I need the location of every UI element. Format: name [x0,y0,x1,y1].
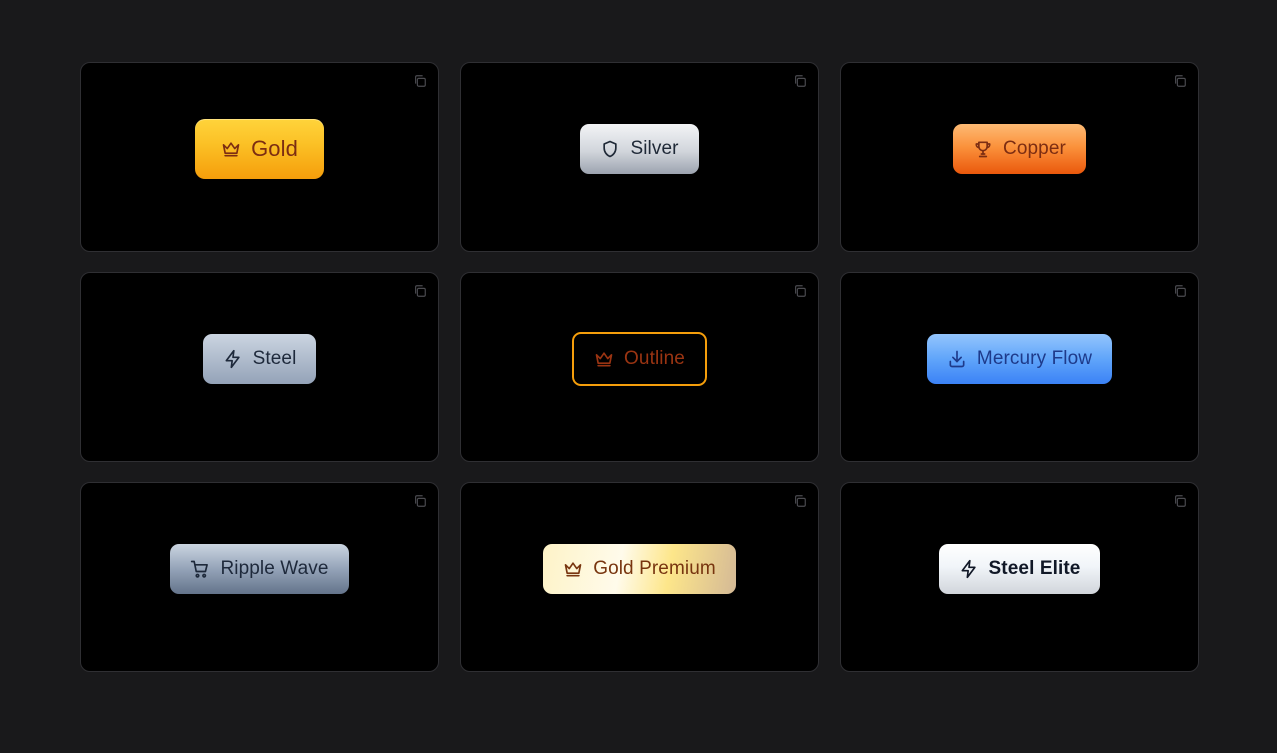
trophy-icon [975,141,991,157]
silver-button[interactable]: Silver [580,123,699,174]
copy-icon[interactable] [1172,73,1188,89]
button-label: Outline [624,347,685,369]
button-label: Gold [251,135,298,161]
cart-icon [191,560,209,578]
copy-icon[interactable] [1172,283,1188,299]
steel-button[interactable]: Steel [202,333,317,384]
card-silver: Silver [460,62,819,252]
card-steel: Steel [80,272,439,462]
card-outline: Outline [460,272,819,462]
shield-icon [603,140,618,157]
steel-elite-button[interactable]: Steel Elite [938,543,1101,594]
ripple-wave-button[interactable]: Ripple Wave [170,543,349,594]
copy-icon[interactable] [792,493,808,509]
card-gold-premium: Gold Premium [460,482,819,672]
button-label: Copper [1003,137,1066,159]
copy-icon[interactable] [412,493,428,509]
copy-icon[interactable] [1172,493,1188,509]
copper-button[interactable]: Copper [953,123,1086,174]
button-gallery: Gold Silver Copper Steel Outline Mercury… [80,62,1199,672]
copy-icon[interactable] [792,73,808,89]
copy-icon[interactable] [412,73,428,89]
mercury-flow-button[interactable]: Mercury Flow [926,333,1113,384]
crown-icon [595,351,613,366]
button-label: Mercury Flow [976,347,1093,369]
gold-button[interactable]: Gold [195,118,324,179]
button-label: Silver [630,137,679,159]
card-steel-elite: Steel Elite [840,482,1199,672]
card-ripple-wave: Ripple Wave [80,482,439,672]
copy-icon[interactable] [792,283,808,299]
gold-premium-button[interactable]: Gold Premium [543,543,736,594]
button-label: Ripple Wave [220,557,329,579]
crown-icon [222,141,240,156]
card-copper: Copper [840,62,1199,252]
button-label: Steel Elite [988,557,1081,579]
card-gold: Gold [80,62,439,252]
button-label: Steel [252,347,297,369]
button-label: Gold Premium [593,557,716,579]
card-mercury-flow: Mercury Flow [840,272,1199,462]
download-icon [949,350,965,367]
copy-icon[interactable] [412,283,428,299]
crown-icon [564,561,582,576]
lightning-icon [225,349,240,368]
lightning-icon [961,559,976,578]
outline-button[interactable]: Outline [572,331,707,386]
